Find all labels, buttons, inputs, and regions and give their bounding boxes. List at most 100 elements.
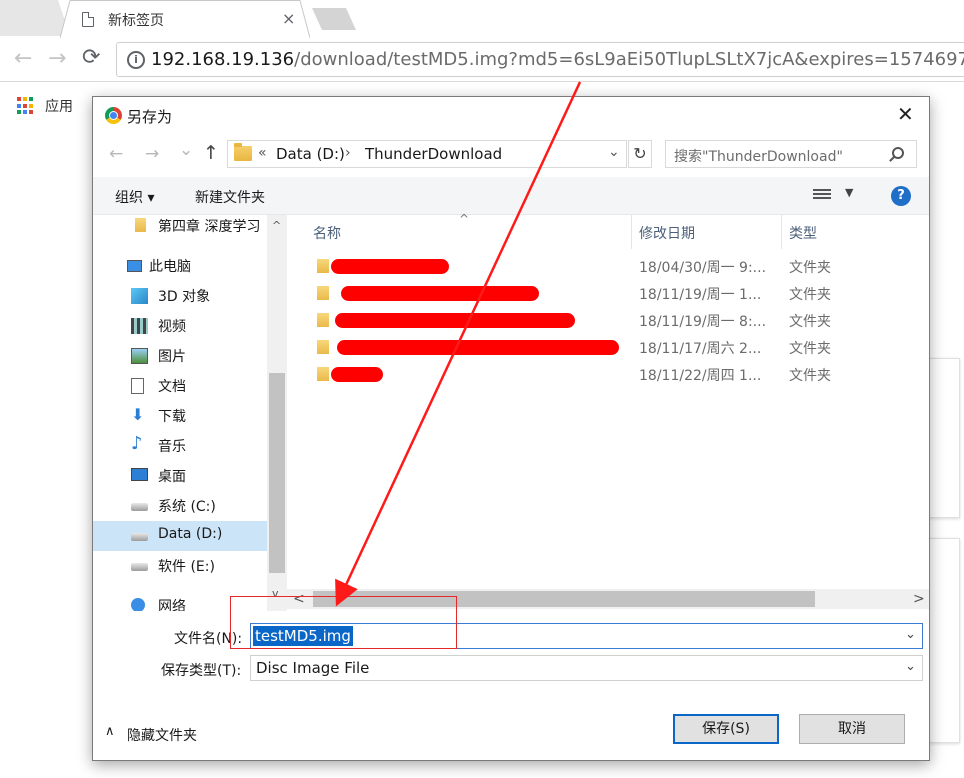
- collapse-chevron-icon[interactable]: ∧: [105, 724, 115, 739]
- sidebar-item[interactable]: 第四章 深度学习: [93, 215, 267, 241]
- apps-dot: [23, 103, 27, 108]
- apps-grid-icon[interactable]: [17, 97, 35, 115]
- column-header-name[interactable]: 名称: [313, 223, 341, 243]
- file-row[interactable]: 18/11/19/周一 1... 文件夹: [287, 280, 929, 307]
- sidebar-item-label: 文档: [158, 379, 186, 395]
- search-input[interactable]: 搜索"ThunderDownload": [665, 140, 917, 168]
- column-divider[interactable]: [781, 215, 782, 249]
- sidebar-item[interactable]: 文档: [93, 371, 267, 401]
- folder-icon: [317, 340, 329, 354]
- hide-folders-button[interactable]: 隐藏文件夹: [127, 725, 197, 745]
- tab-strip: 新标签页 ×: [0, 0, 964, 38]
- url-text: 192.168.19.136/download/testMD5.img?md5=…: [151, 49, 964, 70]
- column-header-date[interactable]: 修改日期: [639, 223, 695, 243]
- save-button[interactable]: 保存(S): [673, 714, 779, 744]
- sidebar-item[interactable]: 视频: [93, 311, 267, 341]
- column-divider[interactable]: [631, 215, 632, 249]
- cancel-button[interactable]: 取消: [799, 714, 905, 744]
- sidebar-scroll-thumb[interactable]: [269, 373, 285, 573]
- breadcrumb-data-drive[interactable]: Data (D:): [276, 145, 345, 163]
- sidebar-item-label: 桌面: [158, 469, 186, 485]
- file-date: 18/11/19/周一 8:...: [639, 314, 767, 330]
- file-type: 文件夹: [789, 314, 831, 330]
- page-icon: [82, 12, 94, 27]
- filetype-select[interactable]: Disc Image File ⌄: [250, 655, 923, 681]
- folder-icon: [317, 259, 329, 273]
- previous-tab[interactable]: [0, 0, 70, 36]
- refresh-icon[interactable]: ↻: [628, 140, 652, 168]
- apps-dot: [29, 110, 33, 115]
- apps-dot: [23, 110, 27, 115]
- apps-label[interactable]: 应用: [45, 96, 73, 116]
- search-placeholder: 搜索"ThunderDownload": [674, 149, 843, 165]
- file-date: 18/11/22/周四 1...: [639, 368, 762, 384]
- cube-icon: [131, 288, 148, 304]
- apps-dot: [17, 103, 21, 108]
- scroll-up-arrow-icon[interactable]: ^: [272, 219, 281, 232]
- recent-locations-chevron-icon[interactable]: ⌄: [179, 140, 193, 160]
- apps-dot: [17, 110, 21, 115]
- back-arrow-icon[interactable]: ←: [14, 46, 32, 71]
- view-dropdown-icon[interactable]: ▼: [845, 186, 853, 199]
- breadcrumb-separator-icon[interactable]: ›: [345, 145, 351, 161]
- filetype-dropdown-chevron-icon[interactable]: ⌄: [905, 659, 916, 674]
- sidebar-item[interactable]: ⬇ 下载: [93, 401, 267, 431]
- scroll-right-arrow-icon[interactable]: >: [913, 591, 925, 607]
- info-icon[interactable]: i: [127, 51, 145, 69]
- apps-dot: [17, 97, 21, 101]
- sidebar-item-label: Data (D:): [158, 526, 223, 542]
- filename-dropdown-chevron-icon[interactable]: ⌄: [905, 627, 916, 642]
- sidebar-item[interactable]: 此电脑: [93, 251, 267, 281]
- forward-arrow-icon[interactable]: →: [48, 46, 66, 71]
- organize-button[interactable]: 组织 ▾: [115, 187, 154, 207]
- sidebar-item[interactable]: 软件 (E:): [93, 551, 267, 581]
- save-as-dialog: 另存为 ✕ ← → ⌄ ↑ « Data (D:) › ThunderDownl…: [92, 96, 930, 761]
- file-row[interactable]: 18/04/30/周一 9:... 文件夹: [287, 253, 929, 280]
- computer-icon: [127, 260, 142, 272]
- sidebar-item[interactable]: 系统 (C:): [93, 491, 267, 521]
- close-icon[interactable]: ✕: [897, 102, 914, 126]
- chrome-logo-icon: [105, 107, 122, 124]
- sidebar-item[interactable]: 3D 对象: [93, 281, 267, 311]
- sidebar-item[interactable]: 桌面: [93, 461, 267, 491]
- drive-icon: [131, 533, 148, 541]
- reload-icon[interactable]: ⟳: [82, 45, 100, 70]
- path-breadcrumb[interactable]: « Data (D:) › ThunderDownload ⌄: [227, 140, 627, 168]
- redaction-mark: [335, 313, 575, 328]
- sidebar-item[interactable]: Data (D:): [93, 521, 267, 551]
- file-row[interactable]: 18/11/17/周六 2... 文件夹: [287, 334, 929, 361]
- file-row[interactable]: 18/11/19/周一 8:... 文件夹: [287, 307, 929, 334]
- redaction-mark: [331, 259, 449, 274]
- file-row[interactable]: 18/11/22/周四 1... 文件夹: [287, 361, 929, 388]
- address-bar[interactable]: i 192.168.19.136/download/testMD5.img?md…: [116, 42, 964, 77]
- path-overflow-icon[interactable]: «: [258, 145, 267, 161]
- sidebar-item[interactable]: 图片: [93, 341, 267, 371]
- back-arrow-icon[interactable]: ←: [109, 144, 123, 164]
- file-type: 文件夹: [789, 368, 831, 384]
- drive-icon: [131, 503, 148, 511]
- column-header-type[interactable]: 类型: [789, 223, 817, 243]
- help-icon[interactable]: ?: [891, 186, 911, 206]
- up-arrow-icon[interactable]: ↑: [203, 142, 219, 164]
- apps-dot: [23, 97, 27, 101]
- view-options-icon[interactable]: [813, 189, 831, 203]
- tab-new-tab[interactable]: 新标签页 ×: [60, 0, 310, 38]
- forward-arrow-icon[interactable]: →: [145, 144, 159, 164]
- file-type: 文件夹: [789, 287, 831, 303]
- annotation-highlight-box: [230, 596, 457, 649]
- navigation-pane: 网络 软件 (E:) Data (D:) 系统 (C:) 桌面 ♪ 音乐 ⬇ 下载 文档 图片 视频 3…: [93, 215, 287, 611]
- sidebar-item-label: 软件 (E:): [158, 559, 215, 575]
- search-icon[interactable]: [892, 147, 904, 159]
- path-dropdown-chevron-icon[interactable]: ⌄: [608, 144, 620, 160]
- music-icon: ♪: [131, 433, 143, 454]
- network-icon: [131, 598, 145, 611]
- redaction-mark: [341, 286, 539, 301]
- breadcrumb-thunderdownload[interactable]: ThunderDownload: [365, 145, 502, 163]
- sidebar-item-label: 网络: [158, 599, 186, 611]
- new-tab-button[interactable]: [312, 8, 356, 30]
- command-bar: 组织 ▾ 新建文件夹 ▼ ?: [93, 177, 929, 215]
- tab-close-icon[interactable]: ×: [282, 9, 295, 28]
- sidebar-item-label: 下载: [158, 409, 186, 425]
- new-folder-button[interactable]: 新建文件夹: [195, 187, 265, 207]
- sidebar-item[interactable]: ♪ 音乐: [93, 431, 267, 461]
